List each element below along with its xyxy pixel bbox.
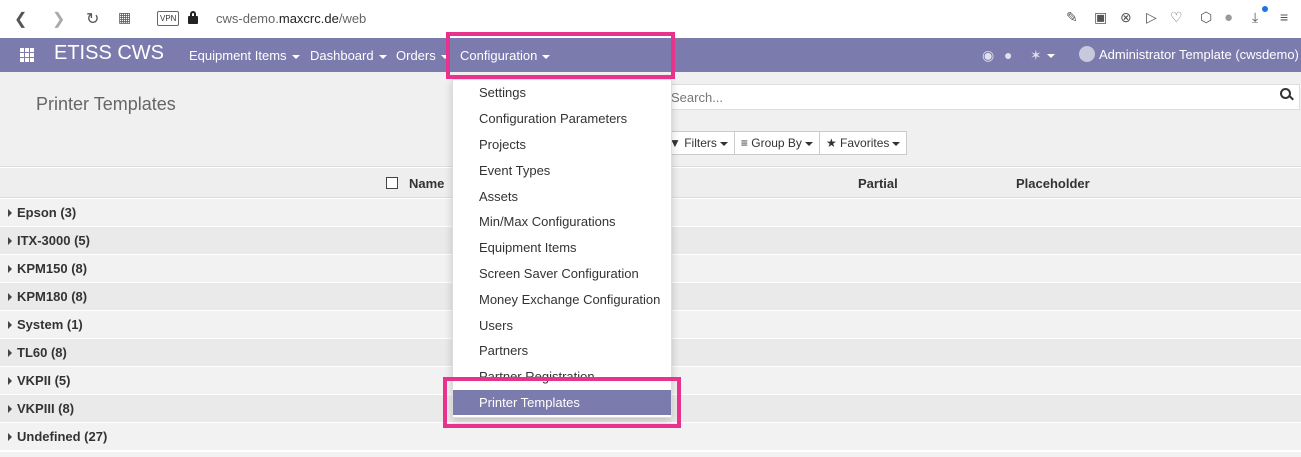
- page-title: Printer Templates: [36, 94, 176, 114]
- debug-bug-icon[interactable]: ✶: [1030, 47, 1055, 64]
- camera-icon[interactable]: ▣: [1094, 9, 1107, 26]
- menu-item-users[interactable]: Users: [453, 312, 671, 338]
- address-bar[interactable]: cws-demo.maxcrc.de/web: [216, 11, 366, 26]
- lock-icon[interactable]: [188, 11, 198, 24]
- bottom-strip: [0, 452, 1301, 457]
- expand-icon: [8, 348, 12, 357]
- expand-icon: [8, 376, 12, 385]
- printer-templates-highlight-box: [443, 377, 681, 428]
- forward-icon[interactable]: ❯: [52, 9, 65, 29]
- menu-orders[interactable]: Orders: [396, 48, 449, 63]
- group-by-button[interactable]: ≡ Group By: [735, 132, 820, 154]
- expand-icon: [8, 208, 12, 217]
- expand-icon: [8, 432, 12, 441]
- favorites-button[interactable]: ★ Favorites: [820, 132, 906, 154]
- menu-equipment-items[interactable]: Equipment Items: [189, 48, 300, 63]
- apps-grid-icon[interactable]: [20, 48, 34, 62]
- column-partial[interactable]: Partial: [858, 176, 898, 191]
- menu-dashboard[interactable]: Dashboard: [310, 48, 387, 63]
- profile-icon[interactable]: ●: [1224, 9, 1233, 26]
- search-icon[interactable]: [1280, 88, 1294, 102]
- expand-icon: [8, 292, 12, 301]
- settings-sliders-icon[interactable]: ≡: [1280, 9, 1288, 25]
- download-icon[interactable]: ⤓: [1252, 9, 1258, 26]
- configuration-highlight-box: [446, 32, 675, 79]
- cube-icon[interactable]: ⬡: [1200, 9, 1212, 26]
- at-icon[interactable]: ◉: [982, 47, 994, 64]
- blocker-icon[interactable]: ⊗: [1120, 9, 1132, 26]
- tabs-grid-icon[interactable]: ▦: [118, 9, 131, 26]
- menu-item-assets[interactable]: Assets: [453, 183, 671, 209]
- avatar[interactable]: [1079, 46, 1095, 62]
- vpn-badge[interactable]: VPN: [157, 11, 180, 26]
- search-placeholder: Search...: [671, 90, 724, 105]
- filters-button[interactable]: ▼ Filters: [663, 132, 735, 154]
- menu-item-settings[interactable]: Settings: [453, 80, 671, 106]
- column-name[interactable]: Name: [409, 176, 444, 191]
- chat-icon[interactable]: ●: [1004, 47, 1012, 63]
- expand-icon: [8, 264, 12, 273]
- back-icon[interactable]: ❮: [14, 9, 27, 29]
- column-placeholder[interactable]: Placeholder: [1016, 176, 1090, 191]
- reload-icon[interactable]: ↻: [86, 9, 99, 29]
- send-icon[interactable]: ▷: [1146, 9, 1157, 26]
- menu-item-configuration-parameters[interactable]: Configuration Parameters: [453, 106, 671, 132]
- brand-name[interactable]: ETISS CWS: [54, 42, 164, 65]
- expand-icon: [8, 320, 12, 329]
- download-dot-icon: [1262, 6, 1268, 12]
- menu-item-min-max-configurations[interactable]: Min/Max Configurations: [453, 209, 671, 235]
- heart-icon[interactable]: ♡: [1170, 9, 1183, 26]
- search-options: ▼ Filters ≡ Group By ★ Favorites: [662, 131, 908, 155]
- menu-item-equipment-items[interactable]: Equipment Items: [453, 235, 671, 261]
- edit-icon[interactable]: ✎: [1066, 9, 1078, 26]
- menu-item-partners[interactable]: Partners: [453, 338, 671, 364]
- select-all-checkbox[interactable]: [386, 177, 398, 189]
- menu-item-screen-saver-configuration[interactable]: Screen Saver Configuration: [453, 261, 671, 287]
- configuration-dropdown: Settings Configuration Parameters Projec…: [452, 79, 672, 418]
- user-menu[interactable]: Administrator Template (cwsdemo): [1099, 47, 1299, 62]
- expand-icon: [8, 404, 12, 413]
- expand-icon: [8, 236, 12, 245]
- menu-item-event-types[interactable]: Event Types: [453, 157, 671, 183]
- menu-item-money-exchange-configuration[interactable]: Money Exchange Configuration: [453, 286, 671, 312]
- url-domain: maxcrc.de: [278, 11, 339, 26]
- search-input[interactable]: Search...: [660, 84, 1300, 110]
- menu-item-projects[interactable]: Projects: [453, 132, 671, 158]
